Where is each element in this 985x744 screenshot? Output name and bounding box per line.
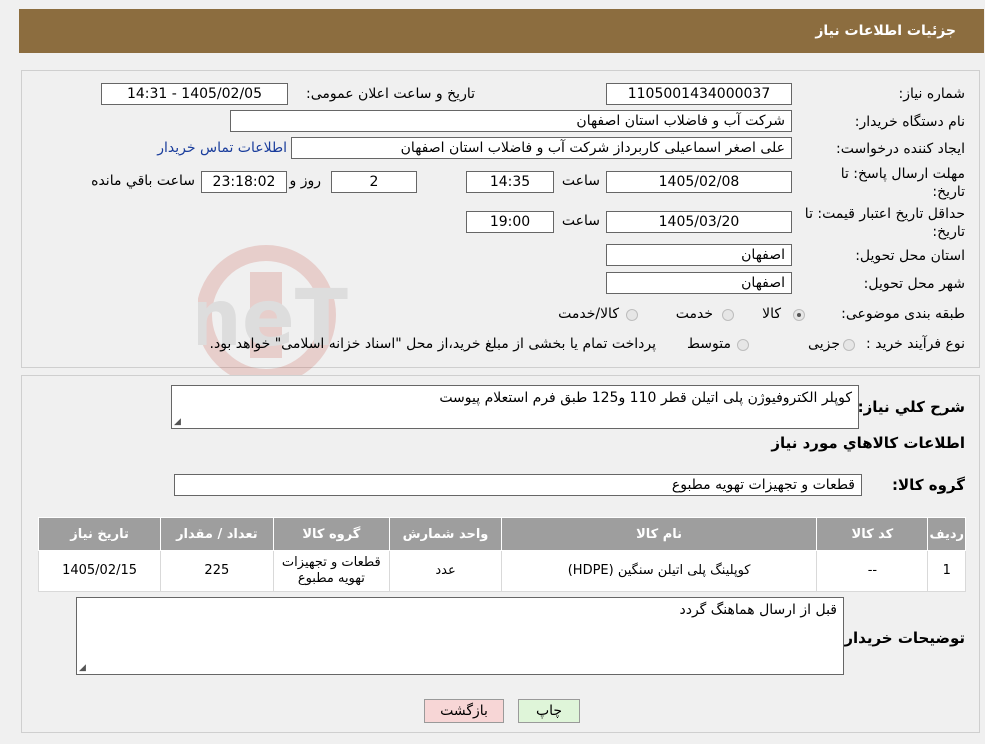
col-unit: واحد شمارش (389, 517, 502, 551)
category-radio-both[interactable] (626, 309, 638, 321)
process-option-medium: متوسط (687, 336, 731, 352)
reply-deadline-label: مهلت ارسال پاسخ: تا (840, 166, 965, 182)
price-validity-time: 19:00 (466, 211, 554, 233)
requester-label: ایجاد کننده درخواست: (836, 141, 965, 157)
purchase-process-label: نوع فرآیند خرید : (866, 336, 965, 352)
price-validity-time-label: ساعت (561, 213, 600, 229)
process-option-minor: جزیی (808, 336, 840, 352)
cell-item-group: قطعات و تجهیزات تهویه مطبوع (272, 550, 391, 592)
announce-datetime-field: 1405/02/05 - 14:31 (101, 83, 288, 105)
back-button[interactable]: بازگشت (424, 699, 504, 723)
category-label: طبقه بندی موضوعی: (841, 306, 965, 322)
need-number-field: 1105001434000037 (606, 83, 792, 105)
category-option-goods: کالا (762, 306, 781, 322)
item-group-field: قطعات و تجهیزات تهویه مطبوع (174, 474, 862, 496)
buyer-org-field: شرکت آب و فاضلاب استان اصفهان (230, 110, 792, 132)
buyer-notes-label: توضیحات خریدار: (838, 629, 965, 647)
cell-quantity: 225 (160, 550, 274, 592)
reply-deadline-date: 1405/02/08 (606, 171, 792, 193)
remaining-days: 2 (331, 171, 417, 193)
col-need-date: تاریخ نیاز (37, 517, 162, 551)
category-option-service: خدمت (675, 306, 713, 322)
reply-deadline-time: 14:35 (466, 171, 554, 193)
category-radio-goods[interactable] (793, 309, 805, 321)
delivery-city-label: شهر محل تحویل: (863, 276, 965, 292)
col-item-code: کد کالا (816, 517, 929, 551)
price-validity-date: 1405/03/20 (606, 211, 792, 233)
reply-time-label: ساعت (561, 173, 600, 189)
description-text: کوپلر الکتروفیوژن پلی اتیلن قطر 110 و125… (439, 390, 852, 406)
page-header: جزئیات اطلاعات نیاز (19, 9, 984, 53)
items-table: ردیف کد کالا نام کالا واحد شمارش گروه کا… (37, 517, 966, 592)
remaining-time: 23:18:02 (201, 171, 287, 193)
delivery-province-label: استان محل تحویل: (855, 248, 965, 264)
table-header-row: ردیف کد کالا نام کالا واحد شمارش گروه کا… (37, 517, 966, 551)
process-radio-minor[interactable] (843, 339, 855, 351)
col-quantity: تعداد / مقدار (160, 517, 274, 551)
days-label: روز و (289, 173, 322, 189)
description-label: شرح کلي نياز: (857, 398, 965, 416)
cell-item-name: کوپلینگ پلی اتیلن سنگین (HDPE) (500, 550, 818, 592)
delivery-city-field: اصفهان (606, 272, 792, 294)
need-number-label: شماره نیاز: (898, 86, 966, 102)
buyer-contact-link[interactable]: اطلاعات تماس خریدار (157, 140, 287, 156)
resize-grip-icon[interactable]: ◢ (79, 663, 86, 673)
buyer-notes-text: قبل از ارسال هماهنگ گردد (679, 602, 837, 618)
table-row[interactable]: 1 -- کوپلینگ پلی اتیلن سنگین (HDPE) عدد … (37, 550, 966, 592)
process-radio-medium[interactable] (737, 339, 749, 351)
cell-row-number: 1 (927, 550, 966, 592)
category-radio-service[interactable] (722, 309, 734, 321)
delivery-province-field: اصفهان (606, 244, 792, 266)
cell-item-code: -- (816, 550, 929, 592)
purchase-process-note: پرداخت تمام یا بخشی از مبلغ خرید،از محل … (209, 336, 656, 352)
page-title: جزئیات اطلاعات نیاز (815, 23, 956, 39)
print-button[interactable]: چاپ (518, 699, 580, 723)
remaining-label: ساعت باقي مانده (91, 173, 195, 189)
requester-field: علی اصغر اسماعیلی کاربرداز شرکت آب و فاض… (291, 137, 792, 159)
buyer-org-label: نام دستگاه خریدار: (854, 114, 965, 130)
col-row-number: ردیف (927, 517, 966, 551)
buyer-notes-field: قبل از ارسال هماهنگ گردد ◢ (76, 597, 844, 675)
category-option-both: کالا/خدمت (558, 306, 619, 322)
col-item-group: گروه کالا (272, 517, 391, 551)
cell-need-date: 1405/02/15 (37, 550, 162, 592)
item-group-label: گروه کالا: (892, 476, 965, 494)
announce-datetime-label: تاریخ و ساعت اعلان عمومی: (306, 86, 475, 102)
col-item-name: نام کالا (500, 517, 818, 551)
resize-grip-icon[interactable]: ◢ (174, 417, 181, 427)
cell-unit: عدد (389, 550, 502, 592)
price-validity-label-2: تاریخ: (932, 224, 965, 240)
reply-deadline-label-2: تاریخ: (932, 184, 965, 200)
description-field: کوپلر الکتروفیوژن پلی اتیلن قطر 110 و125… (171, 385, 859, 429)
items-section-title: اطلاعات کالاهاي مورد نياز (771, 434, 965, 452)
price-validity-label: حداقل تاریخ اعتبار قیمت: تا (804, 206, 965, 222)
